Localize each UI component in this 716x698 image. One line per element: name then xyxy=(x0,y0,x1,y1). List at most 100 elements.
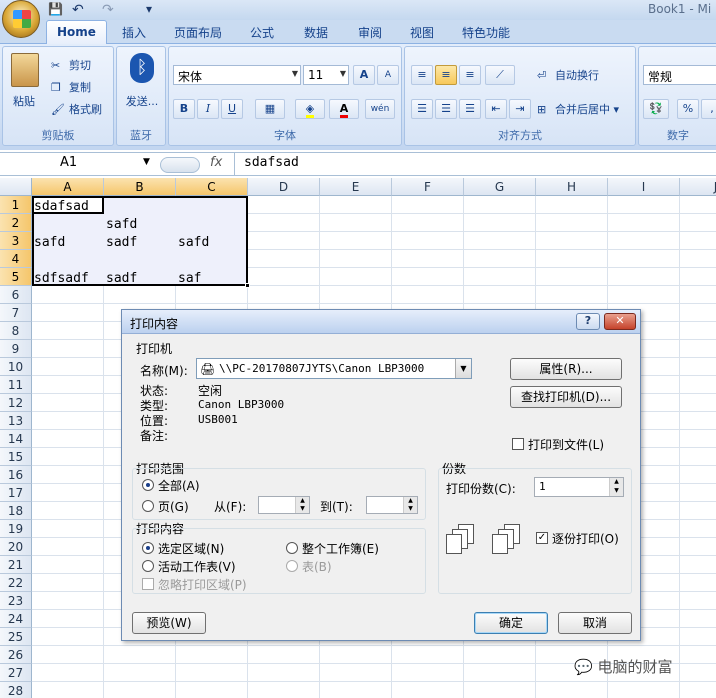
row-header-17[interactable]: 17 xyxy=(0,484,32,502)
comma-icon[interactable]: , xyxy=(701,99,716,119)
column-header-i[interactable]: I xyxy=(608,178,680,196)
content-active-radio[interactable] xyxy=(142,560,154,572)
row-header-14[interactable]: 14 xyxy=(0,430,32,448)
wrap-text-button[interactable]: ⏎ 自动换行 xyxy=(537,67,599,83)
tab-data[interactable]: 数据 xyxy=(304,24,328,41)
paste-button[interactable]: 粘贴 xyxy=(13,93,35,109)
column-header-b[interactable]: B xyxy=(104,178,176,196)
align-right-icon[interactable]: ☰ xyxy=(459,99,481,119)
shrink-font-button[interactable]: A xyxy=(377,65,399,85)
tab-review[interactable]: 审阅 xyxy=(358,24,382,41)
formula-bar-handle[interactable] xyxy=(160,157,200,173)
cell-a5[interactable]: sdfsadf xyxy=(34,270,89,288)
row-header-10[interactable]: 10 xyxy=(0,358,32,376)
font-size-combo[interactable]: 11 ▼ xyxy=(303,65,349,85)
formula-input[interactable]: sdafsad xyxy=(244,155,299,170)
content-selection-radio[interactable] xyxy=(142,542,154,554)
help-button[interactable]: ? xyxy=(576,313,600,330)
row-header-11[interactable]: 11 xyxy=(0,376,32,394)
percent-icon[interactable]: % xyxy=(677,99,699,119)
paste-icon[interactable] xyxy=(11,53,39,87)
align-top-icon[interactable]: ≡ xyxy=(411,65,433,85)
collate-checkbox[interactable]: ✓ xyxy=(536,532,548,544)
align-bottom-icon[interactable]: ≡ xyxy=(459,65,481,85)
name-box[interactable]: A1 ▼ xyxy=(0,155,155,175)
properties-button[interactable]: 属性(R)... xyxy=(510,358,622,380)
row-header-21[interactable]: 21 xyxy=(0,556,32,574)
tab-insert[interactable]: 插入 xyxy=(122,24,146,41)
grow-font-button[interactable]: A xyxy=(353,65,375,85)
column-header-g[interactable]: G xyxy=(464,178,536,196)
send-button[interactable]: 发送... xyxy=(123,93,161,109)
row-header-22[interactable]: 22 xyxy=(0,574,32,592)
cell-b3[interactable]: sadf xyxy=(106,234,137,252)
row-header-19[interactable]: 19 xyxy=(0,520,32,538)
tab-view[interactable]: 视图 xyxy=(410,24,434,41)
column-header-j[interactable]: J xyxy=(680,178,716,196)
row-header-16[interactable]: 16 xyxy=(0,466,32,484)
phonetic-button[interactable]: wén xyxy=(365,99,395,119)
undo-icon[interactable]: ↶ xyxy=(72,2,84,18)
row-header-6[interactable]: 6 xyxy=(0,286,32,304)
tab-home[interactable]: Home xyxy=(46,20,107,45)
chevron-down-icon[interactable]: ▼ xyxy=(455,359,471,378)
currency-icon[interactable]: 💱 xyxy=(643,99,669,119)
cell-a1[interactable]: sdafsad xyxy=(34,198,89,216)
column-header-a[interactable]: A xyxy=(32,178,104,196)
chevron-down-icon[interactable]: ▼ xyxy=(143,157,150,167)
cancel-button[interactable]: 取消 xyxy=(558,612,632,634)
row-header-9[interactable]: 9 xyxy=(0,340,32,358)
column-header-c[interactable]: C xyxy=(176,178,248,196)
italic-button[interactable]: I xyxy=(197,99,219,119)
close-button[interactable]: ✕ xyxy=(604,313,636,330)
cell-b2[interactable]: safd xyxy=(106,216,137,234)
column-header-h[interactable]: H xyxy=(536,178,608,196)
row-header-20[interactable]: 20 xyxy=(0,538,32,556)
borders-button[interactable]: ▦ xyxy=(255,99,285,119)
row-header-8[interactable]: 8 xyxy=(0,322,32,340)
font-name-combo[interactable]: 宋体 ▼ xyxy=(173,65,301,85)
column-header-d[interactable]: D xyxy=(248,178,320,196)
customize-toolbar-icon[interactable]: ▾ xyxy=(146,2,152,18)
print-to-file-checkbox[interactable] xyxy=(512,438,524,450)
copies-spinner[interactable]: 1 ▲ ▼ xyxy=(534,477,624,497)
cut-button[interactable]: ✂ 剪切 xyxy=(51,57,91,73)
row-header-1[interactable]: 1 xyxy=(0,196,32,214)
cell-c5[interactable]: saf xyxy=(178,270,201,288)
row-header-5[interactable]: 5 xyxy=(0,268,32,286)
row-header-23[interactable]: 23 xyxy=(0,592,32,610)
row-header-12[interactable]: 12 xyxy=(0,394,32,412)
printer-name-select[interactable]: 🖨 \\PC-20170807JYTS\Canon LBP3000 ▼ xyxy=(196,358,472,379)
row-header-24[interactable]: 24 xyxy=(0,610,32,628)
find-printer-button[interactable]: 查找打印机(D)... xyxy=(510,386,622,408)
content-workbook-radio[interactable] xyxy=(286,542,298,554)
row-header-28[interactable]: 28 xyxy=(0,682,32,698)
row-header-18[interactable]: 18 xyxy=(0,502,32,520)
cell-a3[interactable]: safd xyxy=(34,234,65,252)
spin-up-icon[interactable]: ▲ xyxy=(609,478,623,487)
underline-button[interactable]: U xyxy=(221,99,243,119)
row-header-25[interactable]: 25 xyxy=(0,628,32,646)
align-left-icon[interactable]: ☰ xyxy=(411,99,433,119)
row-header-26[interactable]: 26 xyxy=(0,646,32,664)
select-all-corner[interactable] xyxy=(0,178,32,196)
column-header-f[interactable]: F xyxy=(392,178,464,196)
spin-up-icon[interactable]: ▲ xyxy=(295,497,309,505)
cell-c3[interactable]: safd xyxy=(178,234,209,252)
row-header-4[interactable]: 4 xyxy=(0,250,32,268)
spin-down-icon[interactable]: ▼ xyxy=(609,487,623,496)
row-header-7[interactable]: 7 xyxy=(0,304,32,322)
decrease-indent-icon[interactable]: ⇤ xyxy=(485,99,507,119)
insert-function-icon[interactable]: fx xyxy=(210,155,222,170)
bluetooth-icon[interactable]: ᛒ xyxy=(130,53,154,83)
range-all-radio[interactable] xyxy=(142,479,154,491)
format-painter-button[interactable]: 🖌 格式刷 xyxy=(51,101,102,117)
cell-b5[interactable]: sadf xyxy=(106,270,137,288)
row-header-27[interactable]: 27 xyxy=(0,664,32,682)
increase-indent-icon[interactable]: ⇥ xyxy=(509,99,531,119)
row-header-15[interactable]: 15 xyxy=(0,448,32,466)
from-page-spinner[interactable]: ▲ ▼ xyxy=(258,496,310,514)
tab-page-layout[interactable]: 页面布局 xyxy=(174,24,222,41)
align-center-icon[interactable]: ☰ xyxy=(435,99,457,119)
row-header-13[interactable]: 13 xyxy=(0,412,32,430)
